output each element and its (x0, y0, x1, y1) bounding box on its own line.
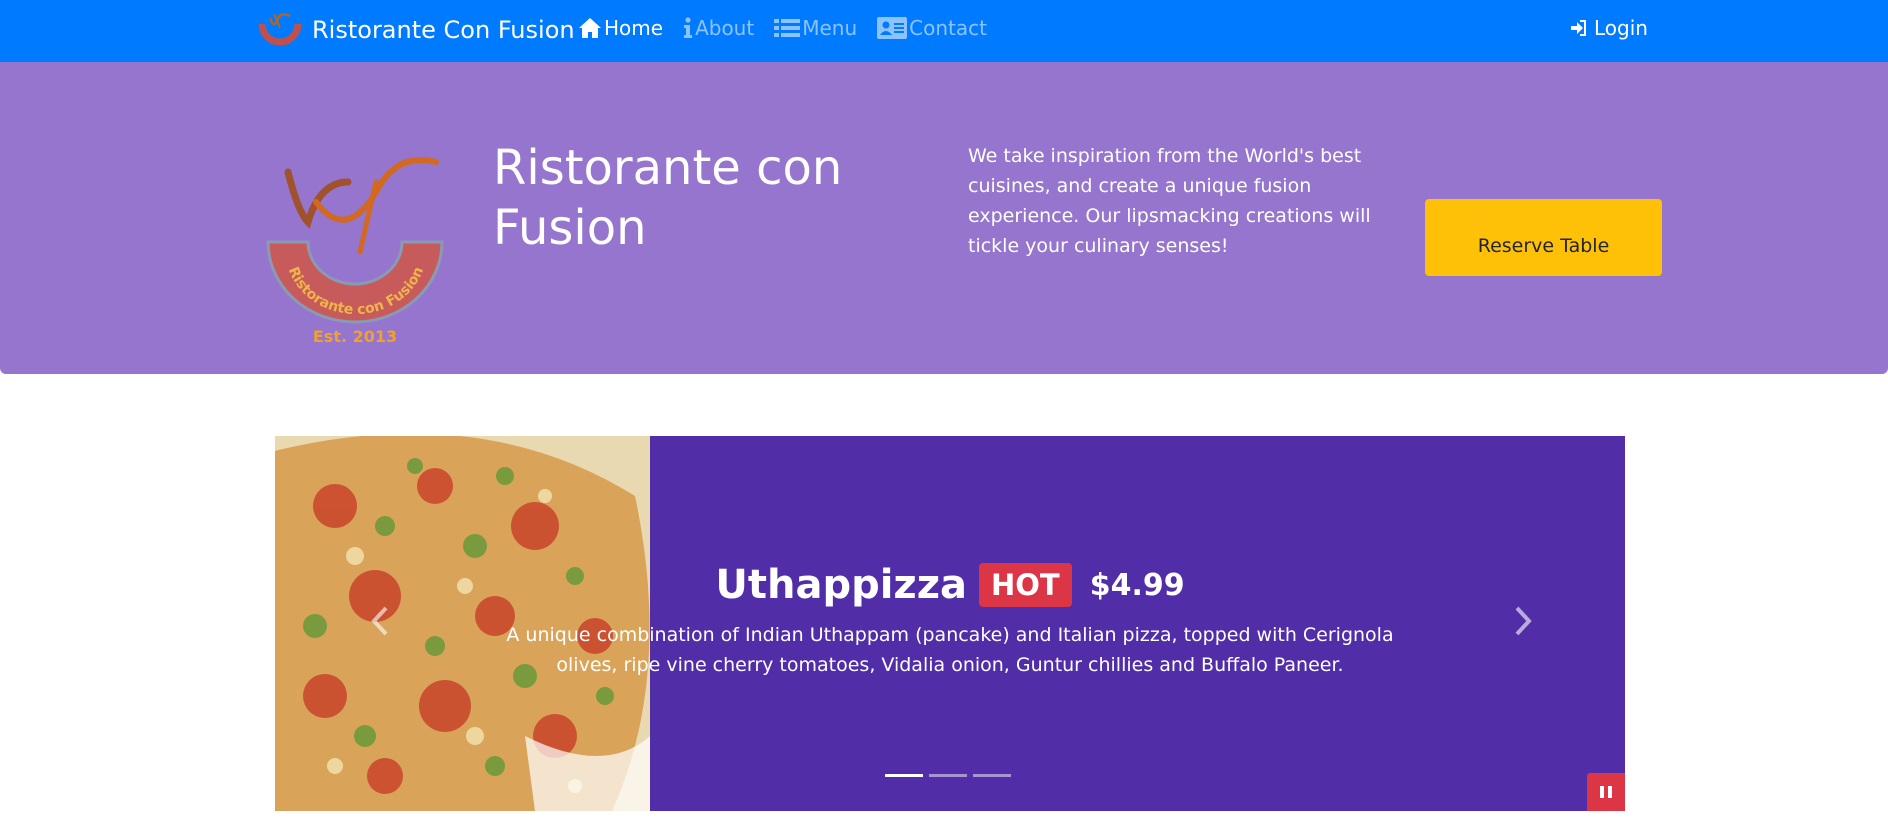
nav-label-menu: Menu (802, 16, 858, 40)
restaurant-logo-icon: Ristorante con Fusion Est. 2013 (266, 157, 444, 346)
brand-link[interactable]: Ristorante Con Fusion (256, 10, 575, 50)
nav-item-contact[interactable]: Contact (877, 13, 987, 43)
carousel-pause-button[interactable] (1587, 773, 1625, 811)
nav-item-about[interactable]: About (683, 13, 754, 43)
navbar: Ristorante Con Fusion Home About Menu Co… (0, 0, 1888, 62)
nav-item-menu[interactable]: Menu (774, 13, 857, 43)
carousel-indicator[interactable] (973, 774, 1011, 777)
nav-label-home: Home (604, 16, 664, 40)
page-title: Ristorante con Fusion (493, 140, 843, 256)
login-link[interactable]: Login (1570, 13, 1648, 43)
carousel-indicator[interactable] (929, 774, 967, 777)
reserve-table-button[interactable]: Reserve Table (1425, 199, 1662, 276)
nav-label-contact: Contact (909, 16, 987, 40)
address-card-icon (877, 17, 908, 39)
restaurant-description: We take inspiration from the World's bes… (968, 145, 1371, 257)
sign-in-icon (1571, 20, 1586, 36)
nav-item-home[interactable]: Home (578, 13, 663, 43)
svg-text:Est. 2013: Est. 2013 (313, 327, 397, 346)
dish-price: $4.99 (1089, 567, 1185, 603)
carousel-caption: Uthappizza HOT $4.99 A unique combinatio… (475, 562, 1425, 680)
pause-icon (1600, 786, 1612, 798)
featured-carousel: Uthappizza HOT $4.99 A unique combinatio… (275, 436, 1625, 811)
carousel-next-button[interactable] (1503, 596, 1543, 646)
login-label: Login (1594, 16, 1648, 40)
brand-logo-icon (258, 13, 302, 46)
caption-heading: Uthappizza HOT $4.99 (475, 562, 1425, 608)
hot-badge: HOT (978, 563, 1072, 607)
chevron-left-icon (371, 606, 388, 636)
dish-description: A unique combination of Indian Uthappam … (506, 624, 1394, 676)
chevron-right-icon (1515, 606, 1532, 636)
jumbotron: Ristorante con Fusion Est. 2013 Ristoran… (0, 62, 1888, 374)
nav-label-about: About (695, 16, 755, 40)
brand-name: Ristorante Con Fusion (312, 16, 575, 44)
dish-name: Uthappizza (715, 562, 967, 608)
info-icon (684, 17, 693, 38)
nav-links: Home About Menu Contact (578, 13, 987, 43)
home-icon (579, 18, 601, 38)
carousel-prev-button[interactable] (360, 596, 400, 646)
carousel-indicator[interactable] (885, 774, 923, 777)
list-icon (774, 19, 801, 37)
carousel-indicators (885, 774, 1011, 777)
